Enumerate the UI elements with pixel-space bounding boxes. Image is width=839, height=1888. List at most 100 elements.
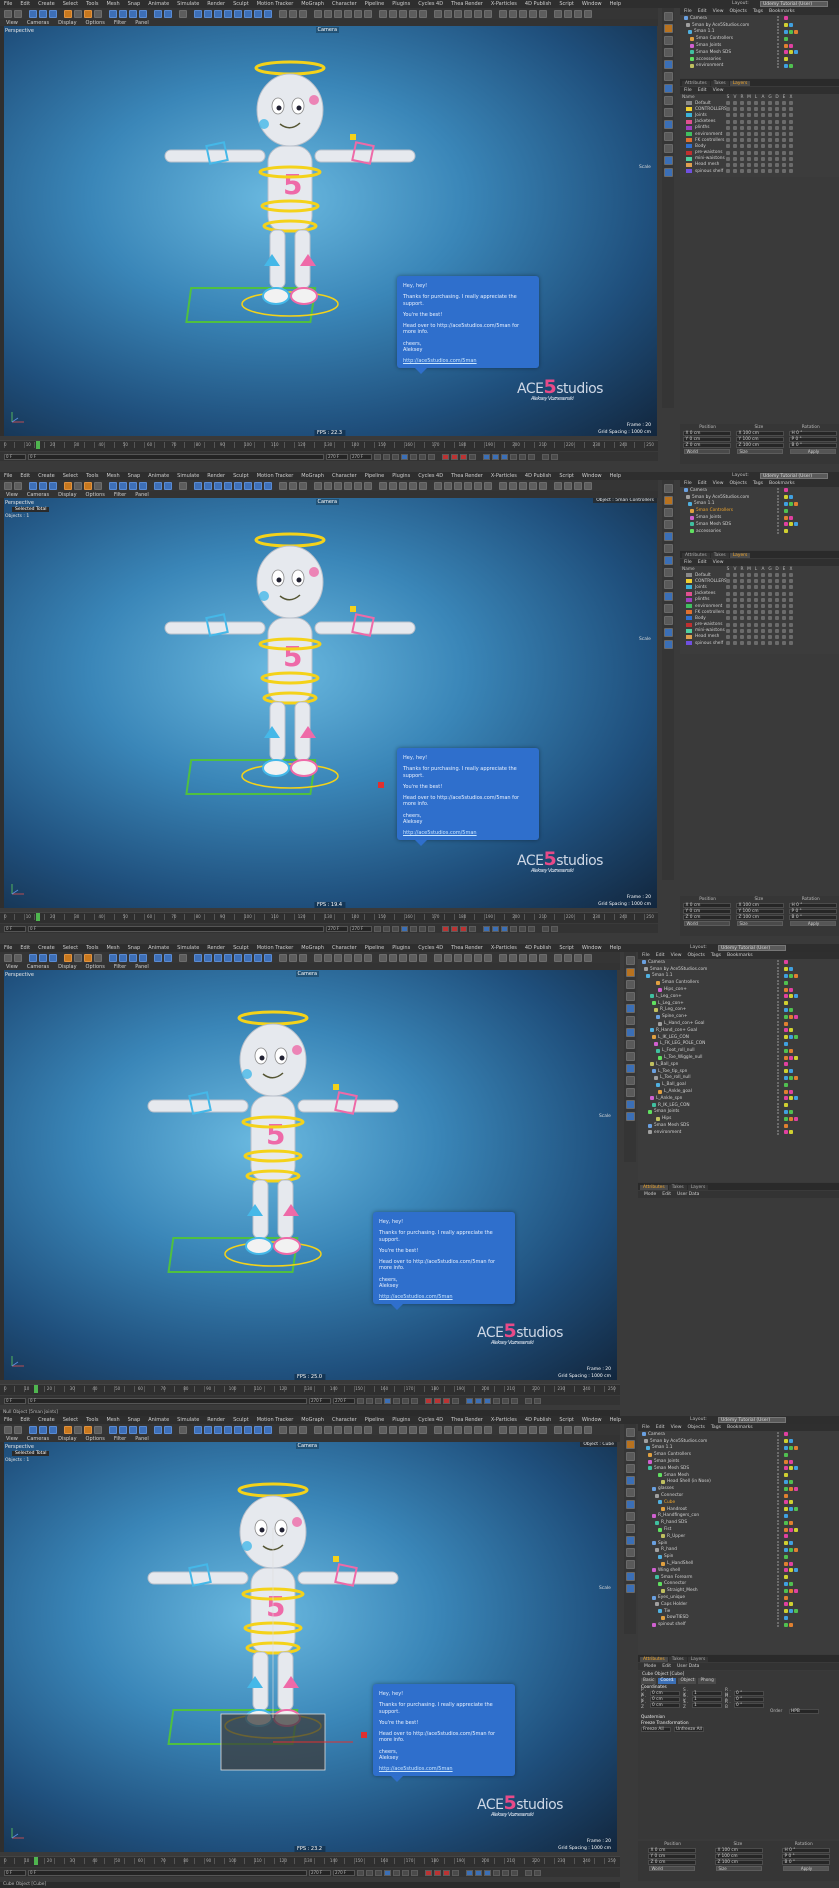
toolbar-tool-icon[interactable] — [204, 481, 212, 490]
layer-flag-toggle[interactable] — [733, 125, 737, 130]
transport-button-icon[interactable] — [366, 1869, 373, 1876]
layer-flag-toggle[interactable] — [747, 107, 751, 112]
tag-icon[interactable] — [794, 522, 798, 527]
transport-button-icon[interactable] — [460, 453, 467, 460]
visibility-dots[interactable] — [777, 508, 780, 514]
layer-flag-toggle[interactable] — [768, 622, 772, 627]
toolbar-tool-icon[interactable] — [194, 1425, 202, 1434]
layer-menu-item[interactable]: View — [713, 88, 724, 93]
mode-tool-icon[interactable] — [663, 108, 673, 117]
tag-icon[interactable] — [789, 43, 793, 48]
tag-icon[interactable] — [784, 43, 788, 48]
mode-tool-icon[interactable] — [625, 1524, 635, 1533]
layer-flag-toggle[interactable] — [726, 622, 730, 627]
transport-button-icon[interactable] — [411, 1397, 418, 1404]
toolbar-tool-icon[interactable] — [244, 1425, 252, 1434]
layer-flag-toggle[interactable] — [761, 101, 765, 106]
transport-button-icon[interactable] — [469, 925, 476, 932]
tag-icon[interactable] — [784, 1116, 788, 1121]
menu-item[interactable]: Plugins — [392, 1, 410, 7]
object-list-item[interactable]: 5man 1.1 — [680, 29, 839, 36]
menu-item[interactable]: Pipeline — [365, 1, 385, 7]
tag-icon[interactable] — [784, 1021, 788, 1026]
manager-tab[interactable]: Takes — [668, 1657, 687, 1662]
transport-button-icon[interactable] — [383, 453, 390, 460]
mode-tool-icon[interactable] — [663, 496, 673, 505]
viewport-menu-item[interactable]: Cameras — [27, 1436, 49, 1442]
layer-flag-toggle[interactable] — [775, 616, 779, 621]
layer-flag-toggle[interactable] — [768, 604, 772, 609]
mode-tool-icon[interactable] — [663, 508, 673, 517]
object-list-item[interactable]: Hips — [638, 1115, 839, 1122]
object-list-item[interactable]: 5man Joints — [638, 1109, 839, 1116]
transport-button-icon[interactable] — [410, 453, 417, 460]
tag-icon[interactable] — [789, 967, 793, 972]
toolbar-tool-icon[interactable] — [529, 481, 537, 490]
tag-icon[interactable] — [794, 29, 798, 34]
tag-icon[interactable] — [789, 23, 793, 28]
toolbar-tool-icon[interactable] — [554, 9, 562, 18]
layer-color-swatch[interactable] — [686, 591, 692, 596]
transport-button-icon[interactable] — [511, 1869, 518, 1876]
toolbar-tool-icon[interactable] — [364, 9, 372, 18]
mode-tool-icon[interactable] — [663, 72, 673, 81]
menu-item[interactable]: Animate — [148, 945, 169, 951]
tag-icon[interactable] — [784, 1007, 788, 1012]
layer-flag-toggle[interactable] — [789, 641, 793, 646]
toolbar-tool-icon[interactable] — [289, 1425, 297, 1434]
object-list-item[interactable]: 5man by Ace5Studios.com — [638, 966, 839, 973]
toolbar-tool-icon[interactable] — [119, 1425, 127, 1434]
menu-item[interactable]: Plugins — [392, 1417, 410, 1423]
layer-flag-toggle[interactable] — [768, 628, 772, 633]
layer-color-swatch[interactable] — [686, 573, 692, 578]
menu-item[interactable]: 4D Publish — [525, 945, 551, 951]
object-list-item[interactable]: environment — [680, 63, 839, 70]
toolbar-tool-icon[interactable] — [39, 953, 47, 962]
object-list-item[interactable]: Spine_con+ — [638, 1013, 839, 1020]
layer-flag-toggle[interactable] — [754, 125, 758, 130]
menu-item[interactable]: 4D Publish — [525, 473, 551, 479]
layer-flag-toggle[interactable] — [733, 591, 737, 596]
toolbar-tool-icon[interactable] — [584, 9, 592, 18]
toolbar-tool-icon[interactable] — [164, 1425, 172, 1434]
max-frame-field[interactable]: 270 F — [333, 1397, 355, 1404]
toolbar-tool-icon[interactable] — [109, 481, 117, 490]
tag-icon[interactable] — [784, 1479, 788, 1484]
tag-icon[interactable] — [794, 1486, 798, 1491]
transport-button-icon[interactable] — [425, 1869, 432, 1876]
layer-flag-toggle[interactable] — [733, 579, 737, 584]
layer-flag-toggle[interactable] — [754, 573, 758, 578]
layer-flag-toggle[interactable] — [726, 585, 730, 590]
layer-flag-toggle[interactable] — [768, 144, 772, 149]
layer-menu-item[interactable]: File — [684, 88, 692, 93]
tag-icon[interactable] — [784, 1520, 788, 1525]
toolbar-tool-icon[interactable] — [334, 9, 342, 18]
tag-icon[interactable] — [784, 1588, 788, 1593]
toolbar-tool-icon[interactable] — [279, 9, 287, 18]
layer-flag-toggle[interactable] — [775, 101, 779, 106]
toolbar-tool-icon[interactable] — [419, 1425, 427, 1434]
object-list-item[interactable]: L_Ball_spn — [638, 1061, 839, 1068]
visibility-dots[interactable] — [777, 973, 780, 979]
tag-icon[interactable] — [789, 987, 793, 992]
mode-tool-icon[interactable] — [625, 1064, 635, 1073]
object-manager-menu-item[interactable]: Objects — [730, 481, 747, 486]
manager-tab[interactable]: Attributes — [682, 81, 710, 86]
toolbar-tool-icon[interactable] — [109, 953, 117, 962]
layer-flag-toggle[interactable] — [726, 144, 730, 149]
visibility-dots[interactable] — [777, 1431, 780, 1437]
layer-flag-toggle[interactable] — [740, 579, 744, 584]
viewport-menu-item[interactable]: Display — [58, 964, 76, 970]
transport-button-icon[interactable] — [357, 1869, 364, 1876]
menu-item[interactable]: Pipeline — [365, 1417, 385, 1423]
layer-flag-toggle[interactable] — [740, 634, 744, 639]
tag-icon[interactable] — [789, 1520, 793, 1525]
message-link[interactable]: http://ace5studios.com/5man — [379, 1294, 509, 1300]
object-manager-menu-item[interactable]: File — [684, 481, 692, 486]
visibility-dots[interactable] — [777, 1561, 780, 1567]
layer-flag-toggle[interactable] — [782, 138, 786, 143]
layer-flag-toggle[interactable] — [726, 604, 730, 609]
toolbar-tool-icon[interactable] — [254, 481, 262, 490]
toolbar-tool-icon[interactable] — [434, 953, 442, 962]
transport-button-icon[interactable] — [451, 925, 458, 932]
